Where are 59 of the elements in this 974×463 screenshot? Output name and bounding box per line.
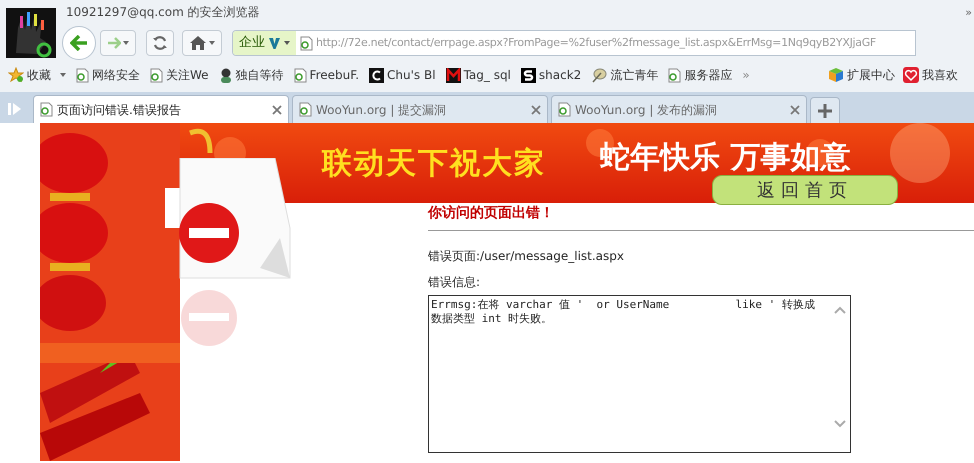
- letter-c-icon: [369, 68, 384, 82]
- page-icon: [40, 102, 53, 117]
- bookmark-item[interactable]: 流亡青年: [591, 66, 658, 84]
- bookmark-item[interactable]: 我喜欢: [903, 66, 958, 84]
- error-info-label: 错误信息:: [428, 274, 482, 291]
- mode-switch[interactable]: 企业: [233, 31, 296, 55]
- back-button[interactable]: [62, 26, 96, 60]
- avatar-icon: [218, 68, 233, 82]
- v-logo-icon: [269, 38, 280, 48]
- address-bar[interactable]: 企业 http://72e.net/contact/errpage.aspx?FromPage=%2fuser%2fmessage_list.aspx&ErrMsg=1Nq9qyB2YXJjaGF: [232, 30, 916, 56]
- page-icon: [150, 68, 163, 82]
- bookmark-item[interactable]: 独自等待: [218, 66, 284, 84]
- close-icon[interactable]: [531, 104, 541, 114]
- star-icon: [8, 67, 24, 83]
- browser-tab[interactable]: WooYun.org | 发布的漏洞: [551, 95, 807, 123]
- bookmark-item[interactable]: shack2: [520, 66, 582, 84]
- page-icon: [300, 36, 313, 50]
- caret-icon: [284, 41, 290, 45]
- close-icon[interactable]: [790, 104, 800, 114]
- page-icon: [76, 68, 89, 82]
- home-icon: [190, 36, 206, 50]
- bookmark-item[interactable]: FreebuF.: [294, 66, 360, 84]
- feather-icon: [591, 67, 608, 83]
- close-icon[interactable]: [272, 104, 282, 114]
- scroll-down-icon[interactable]: [834, 420, 846, 428]
- caret-icon: [123, 41, 129, 45]
- refresh-icon: [152, 35, 168, 51]
- sidebar-arrow-icon: [8, 103, 22, 115]
- letter-s-icon: [520, 68, 536, 82]
- bookmark-item[interactable]: 关注We: [150, 66, 209, 84]
- cube-icon: [828, 67, 844, 83]
- plus-icon: [818, 104, 832, 118]
- back-arrow-icon: [70, 35, 88, 51]
- error-page-text: 错误页面:/user/message_list.aspx: [428, 248, 625, 265]
- home-button[interactable]: [182, 30, 222, 56]
- browser-tab[interactable]: WooYun.org | 提交漏洞: [292, 95, 548, 123]
- page-icon: [299, 102, 312, 117]
- bookmark-item[interactable]: 收藏: [8, 66, 66, 84]
- scroll-up-icon[interactable]: [834, 306, 846, 314]
- bookmark-item[interactable]: Chu's Bl: [369, 66, 436, 84]
- bookmark-item[interactable]: Tag_ sql: [446, 66, 511, 84]
- forward-arrow-icon: [107, 37, 121, 49]
- page-icon: [294, 68, 307, 82]
- overflow-chevron[interactable]: »: [965, 5, 972, 22]
- page-icon: [668, 68, 682, 82]
- window-title: 10921297@qq.com 的安全浏览器: [66, 4, 260, 21]
- error-heading: 你访问的页面出错！: [428, 203, 974, 231]
- caret-icon: [60, 73, 66, 77]
- heart-icon: [903, 67, 919, 83]
- page-icon: [558, 102, 571, 117]
- bookmark-item[interactable]: 服务器应: [668, 66, 732, 84]
- error-message-box[interactable]: Errmsg:在将 varchar 值 ' or UserName like ' 转换成数据类型 int 时失败。: [428, 295, 851, 453]
- caret-icon: [208, 41, 214, 45]
- refresh-button[interactable]: [146, 30, 174, 56]
- browser-tab[interactable]: 页面访问错误.错误报告: [33, 95, 289, 123]
- letter-m-icon: [446, 68, 461, 82]
- new-tab-button[interactable]: [810, 97, 840, 123]
- bookmark-item[interactable]: 扩展中心: [828, 66, 895, 84]
- bookmark-item[interactable]: 网络安全: [76, 66, 140, 84]
